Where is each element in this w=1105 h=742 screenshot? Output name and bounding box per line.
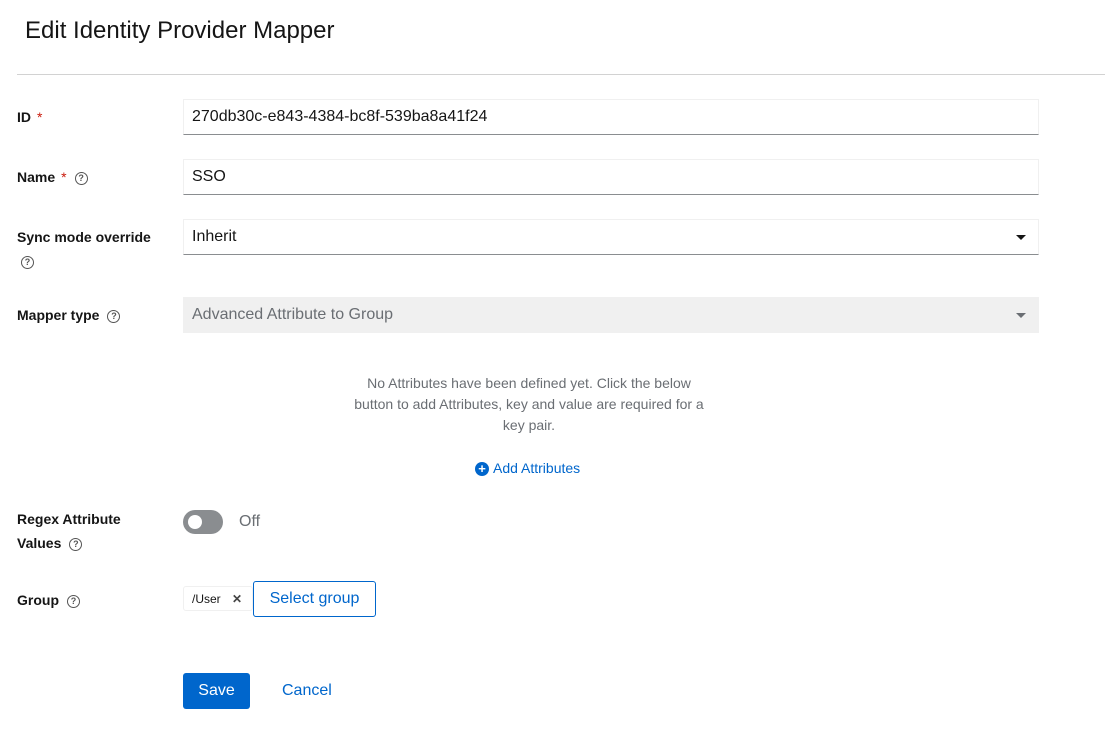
group-chip: /User ✕	[183, 586, 253, 611]
plus-circle-icon: +	[475, 462, 489, 476]
page-title: Edit Identity Provider Mapper	[25, 17, 335, 44]
sync-mode-value: Inherit	[192, 228, 237, 245]
help-icon[interactable]: ?	[69, 537, 83, 551]
sync-mode-label: Sync mode override?	[17, 229, 151, 269]
group-chip-label: /User	[192, 592, 221, 606]
sync-mode-select[interactable]: Inherit	[183, 219, 1039, 255]
caret-down-icon	[1016, 235, 1026, 240]
help-icon[interactable]: ?	[107, 309, 121, 323]
save-button[interactable]: Save	[183, 673, 250, 709]
name-label: Name *?	[17, 165, 88, 189]
regex-state: Off	[239, 513, 261, 530]
cancel-button[interactable]: Cancel	[282, 682, 332, 700]
regex-toggle[interactable]	[183, 510, 223, 534]
help-icon[interactable]: ?	[74, 171, 88, 185]
mapper-type-label: Mapper type?	[17, 303, 121, 327]
regex-label: Regex Attribute Values?	[17, 511, 121, 551]
id-input[interactable]: 270db30c-e843-4384-bc8f-539ba8a41f24	[183, 99, 1039, 135]
add-attributes-button[interactable]: + Add Attributes	[475, 460, 580, 476]
add-attributes-label: Add Attributes	[493, 460, 581, 476]
mapper-type-select: Advanced Attribute to Group	[183, 297, 1039, 333]
attributes-empty-text: No Attributes have been defined yet. Cli…	[354, 375, 704, 433]
close-icon[interactable]: ✕	[232, 587, 242, 612]
name-input[interactable]: SSO	[183, 159, 1039, 195]
divider	[17, 74, 1105, 75]
help-icon[interactable]: ?	[21, 255, 34, 269]
caret-down-icon	[1016, 313, 1026, 318]
select-group-button[interactable]: Select group	[253, 581, 376, 617]
id-label: ID *	[17, 109, 43, 125]
group-label: Group?	[17, 588, 80, 612]
mapper-type-value: Advanced Attribute to Group	[192, 306, 394, 323]
help-icon[interactable]: ?	[67, 594, 80, 608]
